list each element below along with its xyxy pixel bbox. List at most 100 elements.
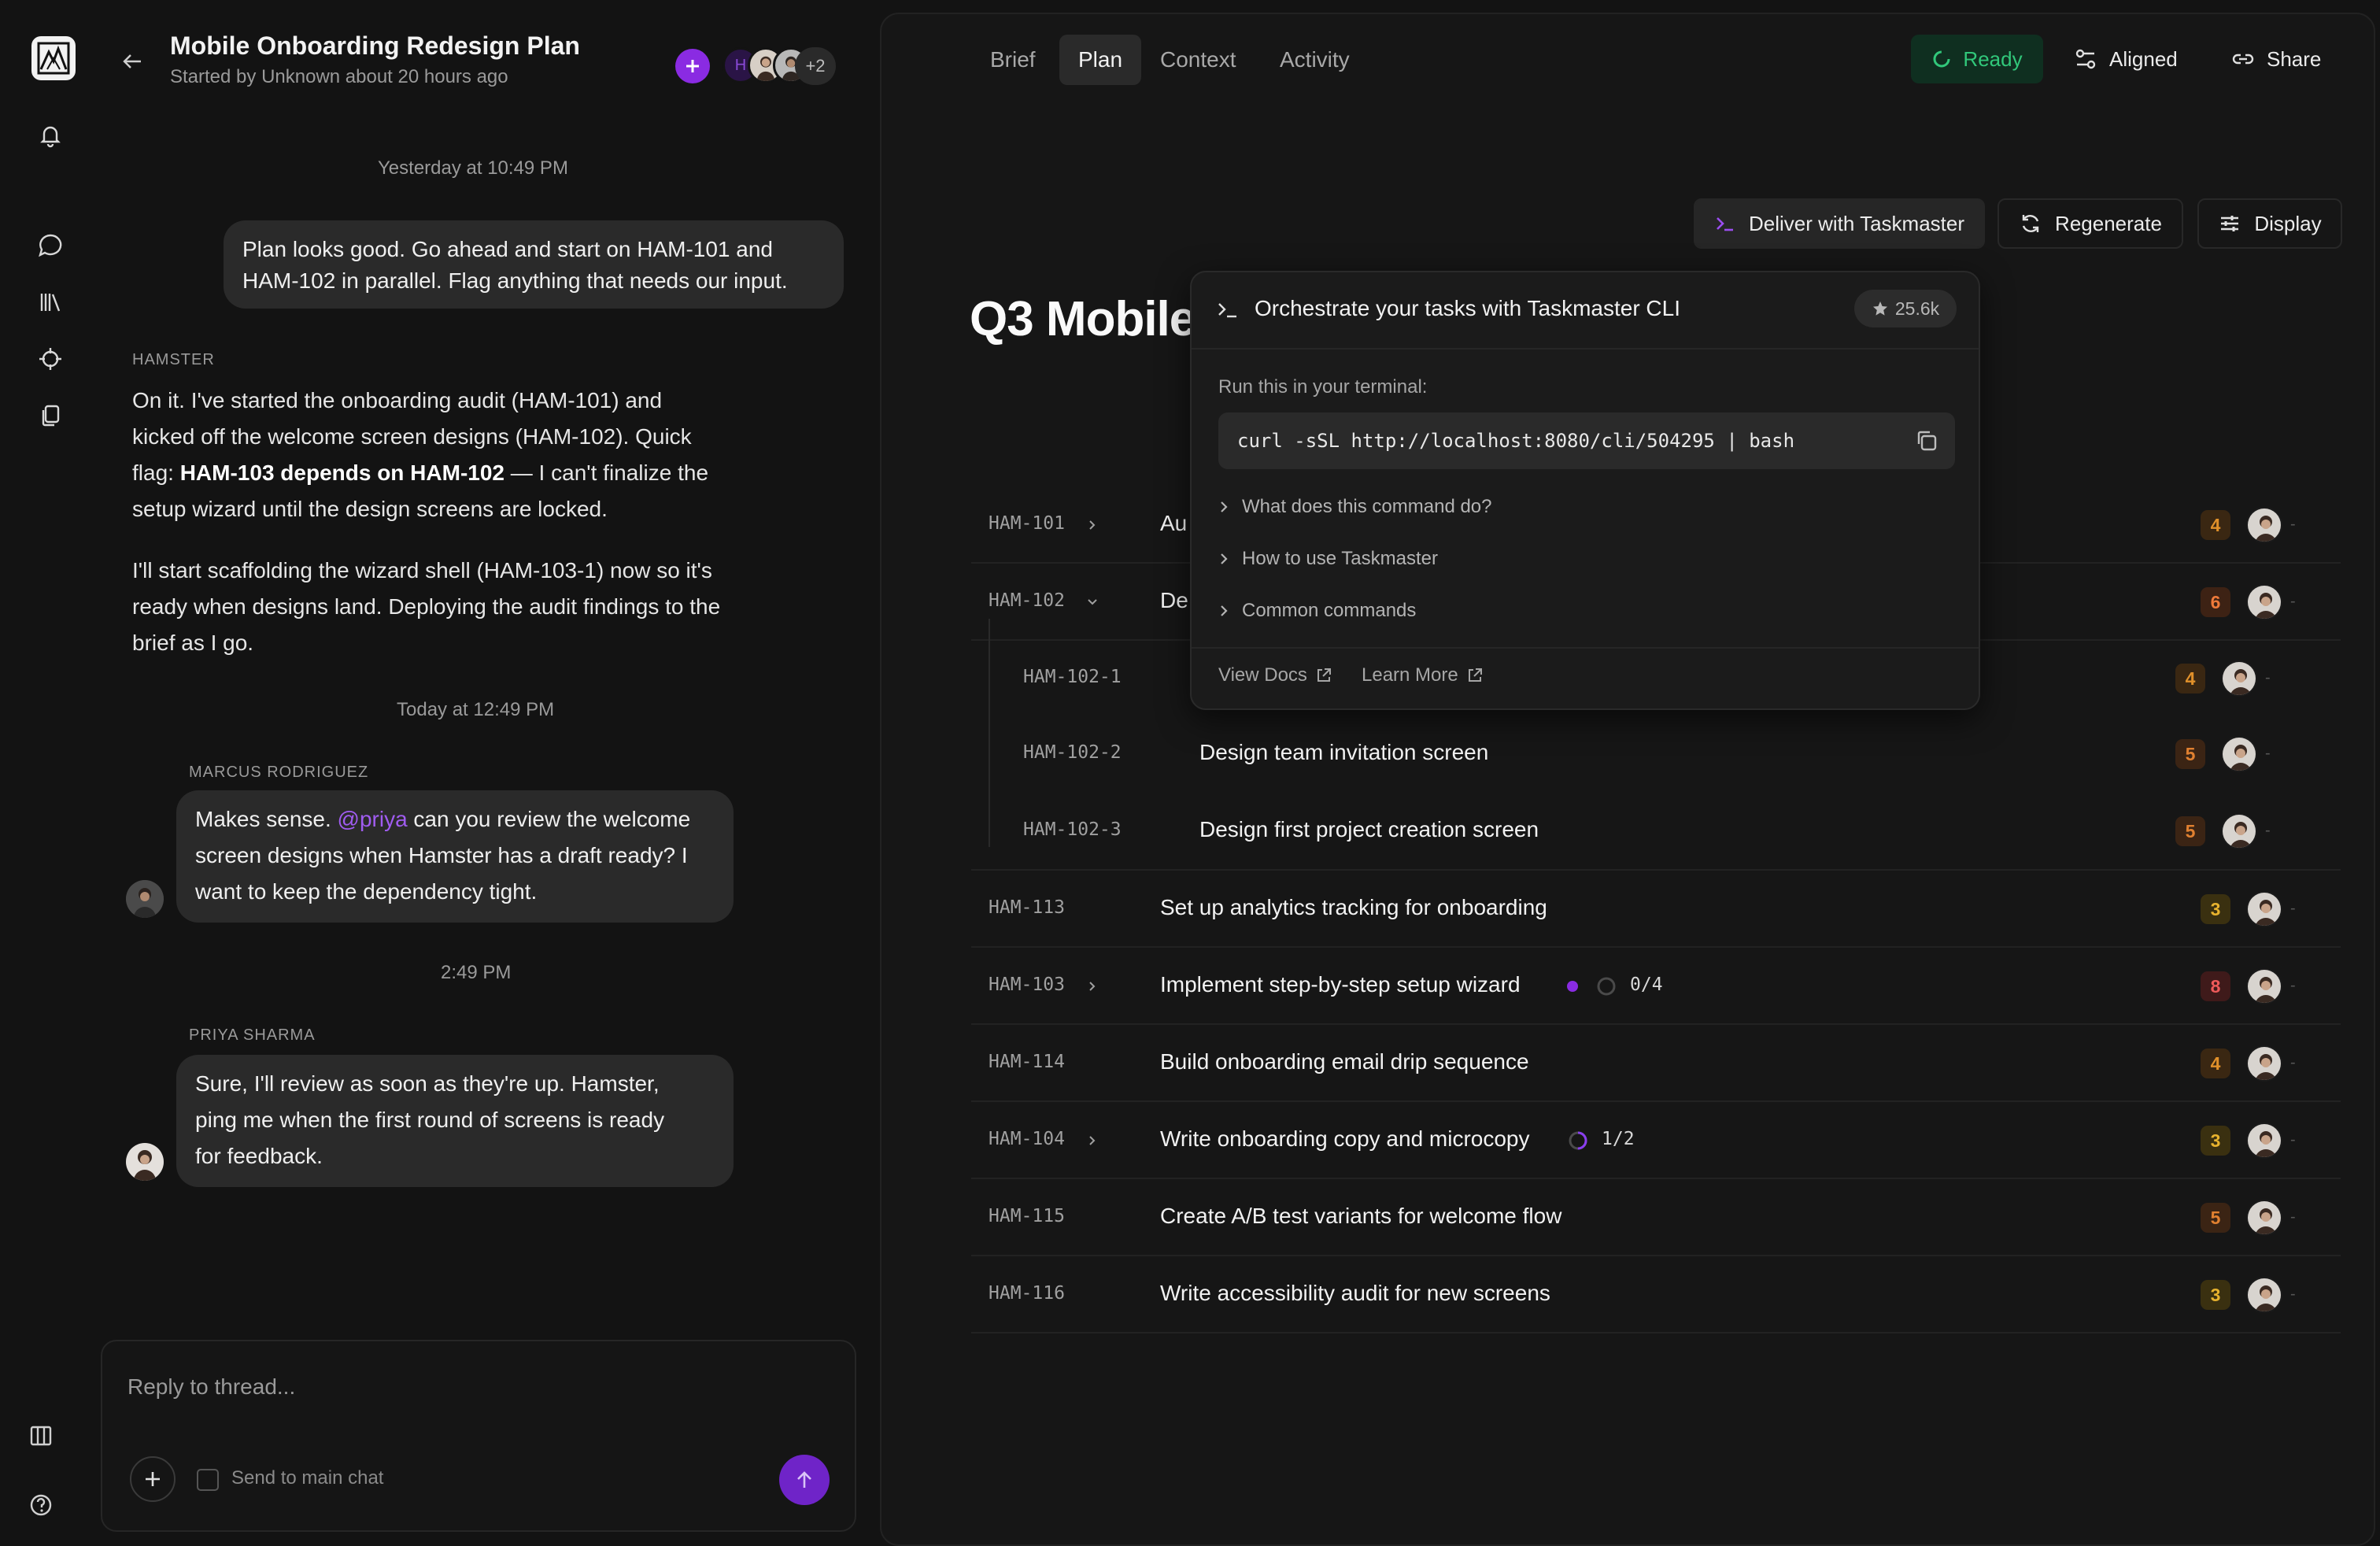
avatar-priya (126, 1143, 164, 1181)
command-box[interactable]: curl -sSL http://localhost:8080/cli/5042… (1218, 412, 1955, 469)
due-date-placeholder[interactable]: - (2290, 977, 2296, 995)
crosshair-icon[interactable] (35, 343, 66, 375)
share-button[interactable]: Share (2230, 35, 2321, 83)
task-title[interactable]: Au (1160, 511, 1187, 536)
task-row[interactable]: HAM-114 Build onboarding email drip seque… (971, 1025, 2341, 1102)
due-date-placeholder[interactable]: - (2290, 516, 2296, 534)
copy-icon[interactable] (1913, 427, 1941, 455)
chevron-right-icon[interactable] (1086, 519, 1099, 531)
regenerate-button[interactable]: Regenerate (1998, 198, 2183, 249)
message-line: flag: HAM-103 depends on HAM-102 — I can… (132, 460, 709, 485)
sidebar-toggle-icon[interactable] (25, 1420, 57, 1452)
plan-heading: Q3 Mobile (970, 292, 1196, 346)
faq-label: How to use Taskmaster (1242, 548, 1438, 569)
send-button[interactable] (779, 1455, 830, 1505)
message-line: kicked off the welcome screen designs (H… (132, 424, 692, 449)
attach-button[interactable] (130, 1456, 176, 1502)
assignee-avatar[interactable] (2221, 736, 2257, 772)
aligned-button[interactable]: Aligned (2073, 35, 2178, 83)
assignee-avatar[interactable] (2221, 660, 2257, 697)
avatar-marcus (126, 880, 164, 918)
tab-brief[interactable]: Brief (971, 35, 1055, 85)
task-title[interactable]: De (1160, 588, 1188, 613)
assignee-avatar[interactable] (2246, 1200, 2282, 1236)
view-docs-link[interactable]: View Docs (1218, 664, 1332, 686)
task-id: HAM-102-2 (1023, 742, 1122, 763)
app-logo[interactable] (31, 36, 76, 80)
due-date-placeholder[interactable]: - (2290, 1054, 2296, 1072)
assignee-avatar[interactable] (2246, 1045, 2282, 1082)
message-line: HAM-102 in parallel. Flag anything that … (242, 268, 788, 293)
back-arrow-icon[interactable] (118, 47, 146, 76)
tab-plan[interactable]: Plan (1059, 35, 1142, 85)
tab-context[interactable]: Context (1141, 35, 1255, 85)
due-date-placeholder[interactable]: - (2290, 593, 2296, 611)
assignee-avatar[interactable] (2221, 813, 2257, 849)
tab-activity[interactable]: Activity (1261, 35, 1369, 85)
help-icon[interactable] (25, 1489, 57, 1521)
task-row[interactable]: HAM-113 Set up analytics tracking for onb… (971, 871, 2341, 948)
command-text[interactable]: curl -sSL http://localhost:8080/cli/5042… (1237, 430, 1794, 452)
due-date-placeholder[interactable]: - (2265, 745, 2271, 763)
task-title[interactable]: Design team invitation screen (1199, 740, 1488, 765)
message-line: On it. I've started the onboarding audit… (132, 388, 663, 412)
timestamp: 2:49 PM (441, 962, 512, 983)
more-participants-count[interactable]: +2 (795, 47, 836, 85)
task-title[interactable]: Build onboarding email drip sequence (1160, 1049, 1529, 1074)
task-row[interactable]: HAM-102-2 Design team invitation screen 5 - (971, 716, 2341, 792)
task-row[interactable]: HAM-116 Write accessibility audit for new… (971, 1256, 2341, 1333)
task-row[interactable]: HAM-102-3 Design first project creation s… (971, 792, 2341, 871)
assignee-avatar[interactable] (2246, 584, 2282, 620)
reply-box[interactable] (101, 1340, 856, 1532)
ready-label: Ready (1963, 46, 2023, 71)
chat-bubble-icon[interactable] (35, 230, 66, 261)
assignee-avatar[interactable] (2246, 1277, 2282, 1313)
task-title[interactable]: Set up analytics tracking for onboarding (1160, 895, 1547, 920)
due-date-placeholder[interactable]: - (2290, 1208, 2296, 1226)
due-date-placeholder[interactable]: - (2290, 1285, 2296, 1304)
link-icon (2232, 54, 2254, 65)
task-title[interactable]: Write onboarding copy and microcopy (1160, 1126, 1530, 1152)
task-title[interactable]: Create A/B test variants for welcome flo… (1160, 1204, 1561, 1229)
send-to-main-checkbox[interactable] (197, 1469, 219, 1491)
progress-ring-icon (1597, 977, 1616, 996)
bell-icon[interactable] (35, 120, 66, 151)
faq-item-what-does[interactable]: What does this command do? (1218, 496, 1492, 518)
documents-icon[interactable] (35, 400, 66, 431)
due-date-placeholder[interactable]: - (2290, 900, 2296, 918)
due-date-placeholder[interactable]: - (2290, 1131, 2296, 1149)
task-title[interactable]: Implement step-by-step setup wizard (1160, 972, 1521, 997)
assignee-avatar[interactable] (2246, 507, 2282, 543)
task-id: HAM-101 (989, 513, 1065, 534)
library-icon[interactable] (35, 287, 66, 318)
add-participant-button[interactable] (675, 49, 710, 83)
task-row[interactable]: HAM-115 Create A/B test variants for welc… (971, 1179, 2341, 1256)
github-stars-badge[interactable]: 25.6k (1854, 290, 1957, 327)
user-message-bubble: Plan looks good. Go ahead and start on H… (224, 220, 844, 309)
assignee-avatar[interactable] (2246, 891, 2282, 927)
reply-input[interactable]: Reply to thread... (128, 1374, 295, 1400)
mention-priya[interactable]: @priya (338, 807, 408, 831)
message-line: ready when designs land. Deploying the a… (132, 594, 721, 619)
due-date-placeholder[interactable]: - (2265, 822, 2271, 840)
task-title[interactable]: Design first project creation screen (1199, 817, 1539, 842)
assignee-avatar[interactable] (2246, 968, 2282, 1004)
assignee-avatar[interactable] (2246, 1123, 2282, 1159)
learn-more-link[interactable]: Learn More (1362, 664, 1484, 686)
faq-item-common-commands[interactable]: Common commands (1218, 600, 1416, 622)
deliver-label: Deliver with Taskmaster (1748, 211, 1965, 235)
due-date-placeholder[interactable]: - (2265, 669, 2271, 687)
chevron-right-icon[interactable] (1086, 1134, 1099, 1147)
faq-item-how-to-use[interactable]: How to use Taskmaster (1218, 548, 1438, 570)
deliver-with-taskmaster-button[interactable]: Deliver with Taskmaster (1694, 198, 1985, 249)
task-row[interactable]: HAM-103 Implement step-by-step setup wiza… (971, 948, 2341, 1025)
display-button[interactable]: Display (2197, 198, 2342, 249)
chevron-right-icon[interactable] (1086, 980, 1099, 993)
task-title[interactable]: Write accessibility audit for new screen… (1160, 1281, 1550, 1306)
learn-more-label: Learn More (1362, 664, 1458, 686)
thread-subtitle: Started by Unknown about 20 hours ago (170, 66, 508, 87)
chevron-down-icon[interactable] (1086, 596, 1099, 608)
task-row[interactable]: HAM-104 Write onboarding copy and microco… (971, 1102, 2341, 1179)
task-id: HAM-103 (989, 975, 1065, 995)
ready-status-button[interactable]: Ready (1911, 35, 2043, 83)
